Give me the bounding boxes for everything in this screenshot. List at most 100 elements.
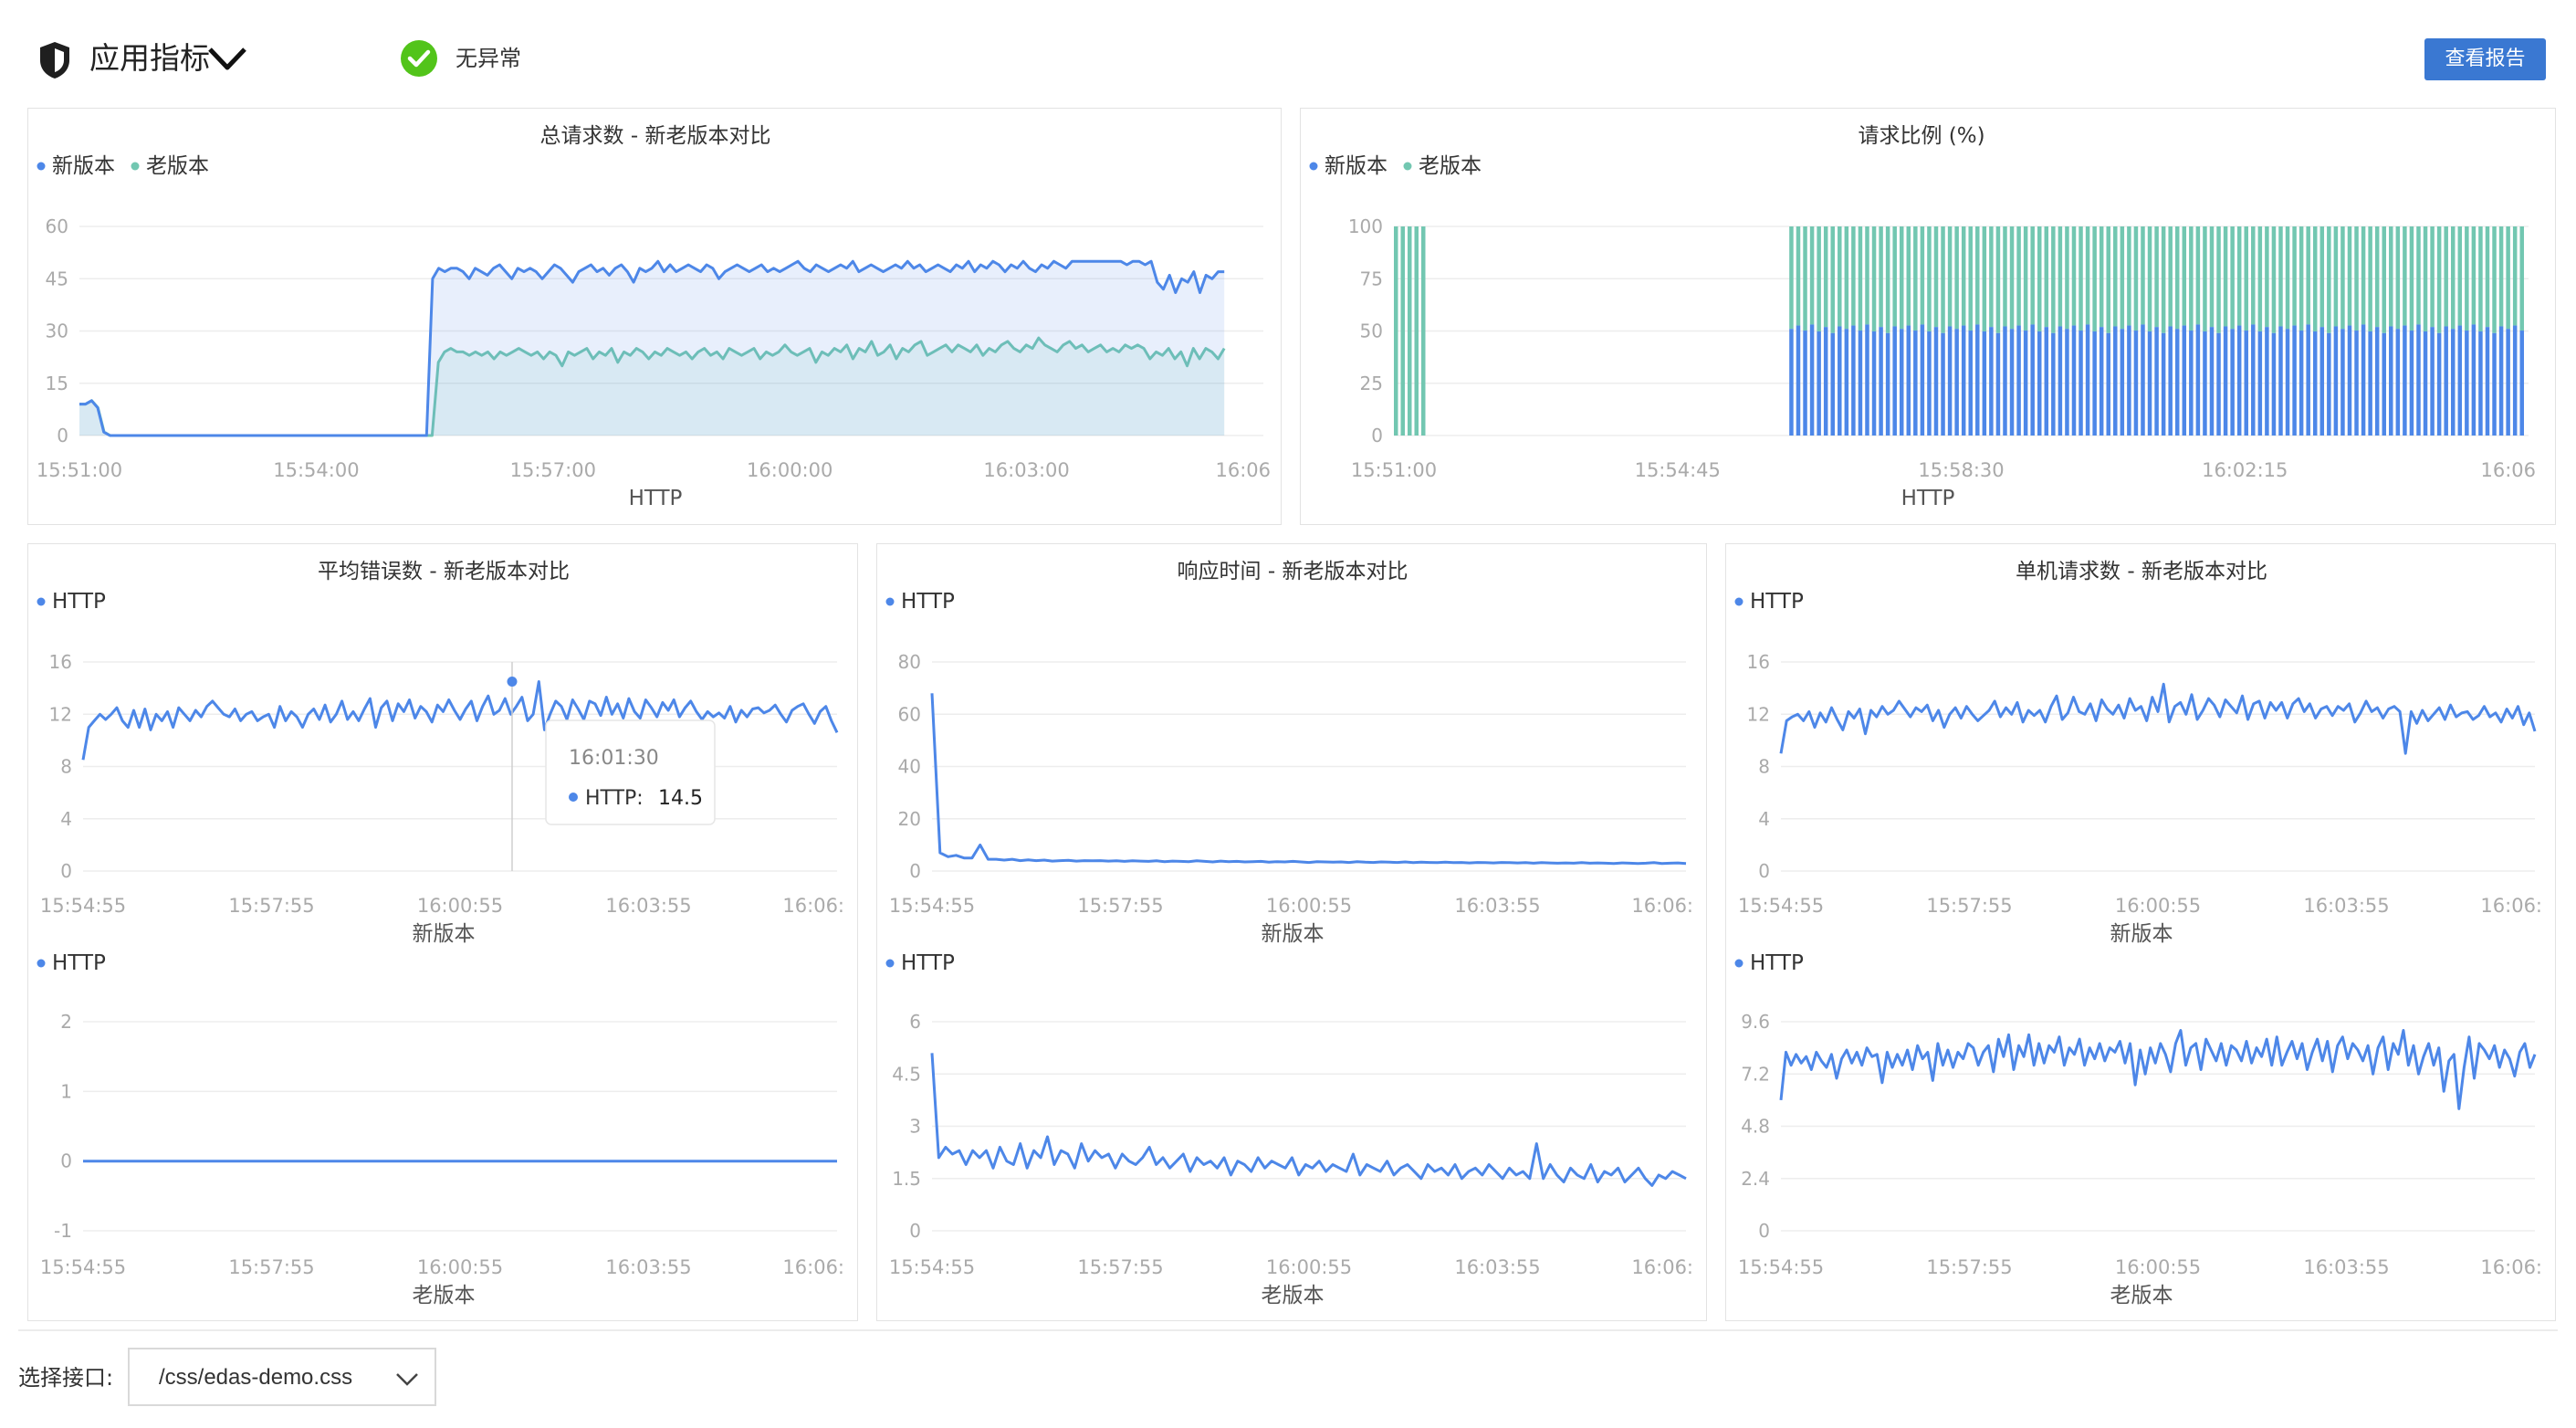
y-tick-label: 0 <box>1758 1220 1770 1242</box>
view-report-button[interactable]: 查看报告 <box>2424 38 2546 80</box>
bar-new <box>1968 331 1973 436</box>
tooltip-marker <box>569 793 578 802</box>
x-tick-label: 16:03:00 <box>983 459 1069 481</box>
response-time-chart: 响应时间 - 新老版本对比HTTP02040608015:54:55 15:57:… <box>885 560 1693 1307</box>
bar-new <box>2092 331 2097 436</box>
y-tick-label: 0 <box>57 425 68 446</box>
bar-old <box>2113 226 2118 327</box>
bar-new <box>1989 327 1994 436</box>
interface-select[interactable]: /css/edas-demo.css <box>128 1348 436 1406</box>
y-tick-label: 0 <box>60 1150 72 1172</box>
bar-old <box>2395 226 2401 330</box>
bar-new <box>2009 329 2015 436</box>
request-ratio-panel: 请求比例 (%) 新版本 老版本 0 25 50 75 100 15:51:00 15:54:45… <box>1300 108 2556 525</box>
bar-old <box>2416 226 2421 325</box>
y-tick-label: 1.5 <box>892 1168 921 1190</box>
bar-new <box>2450 329 2456 436</box>
bar-new <box>1933 327 1939 436</box>
bar-old <box>2271 226 2277 333</box>
y-tick-label: 4 <box>60 808 72 830</box>
y-tick-label: 60 <box>46 215 68 237</box>
tooltip-time: 16:01:30 <box>569 747 659 770</box>
x-axis-label: 老版本 <box>1262 1284 1325 1307</box>
tooltip-value: 14.5 <box>658 787 703 810</box>
bar-old <box>2485 226 2490 328</box>
bar-old <box>2079 226 2083 331</box>
bar-old <box>2127 226 2131 326</box>
bar-old <box>1982 226 1987 331</box>
bar-old <box>1975 226 1980 325</box>
bar-old <box>1961 226 1966 326</box>
bar-new <box>1865 324 1869 436</box>
bar-new <box>2395 329 2401 436</box>
bar-new <box>2340 329 2345 436</box>
bar-new <box>2423 331 2428 436</box>
bar-new <box>1809 324 1815 436</box>
bar-old <box>1830 226 1835 333</box>
bar-old <box>2016 226 2021 326</box>
bar-new <box>2430 327 2435 436</box>
bar-new <box>2506 329 2510 436</box>
bar-old <box>2051 226 2056 333</box>
bar-old <box>2506 226 2510 330</box>
chevron-down-icon[interactable] <box>206 42 248 75</box>
x-tick-label: 15:57:00 <box>510 459 596 481</box>
bar-old <box>1871 226 1877 331</box>
bar-old <box>1941 226 1945 333</box>
bar-old <box>2361 226 2366 325</box>
chart-title: 响应时间 - 新老版本对比 <box>1178 560 1408 583</box>
legend-marker <box>1403 162 1412 171</box>
bar-old <box>1995 226 2001 333</box>
legend-label: 新版本 <box>1325 154 1387 178</box>
y-tick-label: 80 <box>898 651 921 673</box>
bar-new <box>1913 331 1918 436</box>
x-tick-label: 16:03:55 <box>605 1256 691 1278</box>
x-tick-label: 16:00:55 <box>417 1256 503 1278</box>
legend-marker <box>885 959 895 968</box>
x-tick-label: 15:58:30 <box>1918 459 2004 481</box>
x-tick-label: 15:54:00 <box>273 459 359 481</box>
bar-new <box>2403 325 2407 436</box>
y-tick-label: 4 <box>1758 808 1770 830</box>
single-requests-chart: 单机请求数 - 新老版本对比 HTTP 0 4 8 12 16 15:54:55 15:57:5… <box>1734 560 2542 1307</box>
bar-old <box>2030 226 2035 325</box>
chart-title: 总请求数 - 新老版本对比 <box>540 124 771 148</box>
bar-old <box>2161 226 2166 333</box>
bar-old <box>2444 226 2448 327</box>
bar-new <box>1906 325 1911 436</box>
chart-title: 请求比例 (%) <box>1858 124 1984 148</box>
bar-new <box>2444 326 2448 436</box>
bar-new <box>2037 331 2042 436</box>
bar-new <box>2471 324 2477 436</box>
legend-marker <box>37 959 46 968</box>
bar-new <box>2436 332 2442 436</box>
header-bar: 应用指标 无异常 查看报告 <box>0 0 2576 110</box>
y-tick-label: 16 <box>1747 651 1770 673</box>
x-tick-label: 16:00:55 <box>417 895 503 917</box>
bar-old <box>2382 226 2386 333</box>
x-tick-label: 16:06: <box>782 1256 844 1278</box>
bar-old <box>1989 226 1994 328</box>
chevron-down-icon <box>396 1373 418 1386</box>
bar-new <box>2141 324 2145 436</box>
y-tick-label: 2.4 <box>1741 1168 1770 1190</box>
x-tick-label: 16:00:00 <box>747 459 832 481</box>
bar-old <box>2498 226 2504 327</box>
y-tick-label: 40 <box>898 756 921 778</box>
bar-new <box>2409 331 2414 436</box>
bar-old <box>2009 226 2015 330</box>
bar-old <box>2354 226 2359 331</box>
y-tick-label: 7.2 <box>1741 1063 1770 1085</box>
bar-old <box>2120 226 2125 330</box>
bar-old <box>1947 226 1953 327</box>
bar-new <box>2257 331 2263 436</box>
bar-new <box>1885 332 1890 436</box>
y-tick-label: 12 <box>1747 703 1770 725</box>
bar-new <box>2271 332 2277 436</box>
x-tick-label: 15:57:55 <box>228 895 314 917</box>
bar-old <box>2292 226 2297 326</box>
y-tick-label: 20 <box>898 808 921 830</box>
bar-new <box>1789 329 1794 436</box>
bar-old <box>2230 226 2235 330</box>
x-tick-label: 16:00:55 <box>2115 895 2201 917</box>
